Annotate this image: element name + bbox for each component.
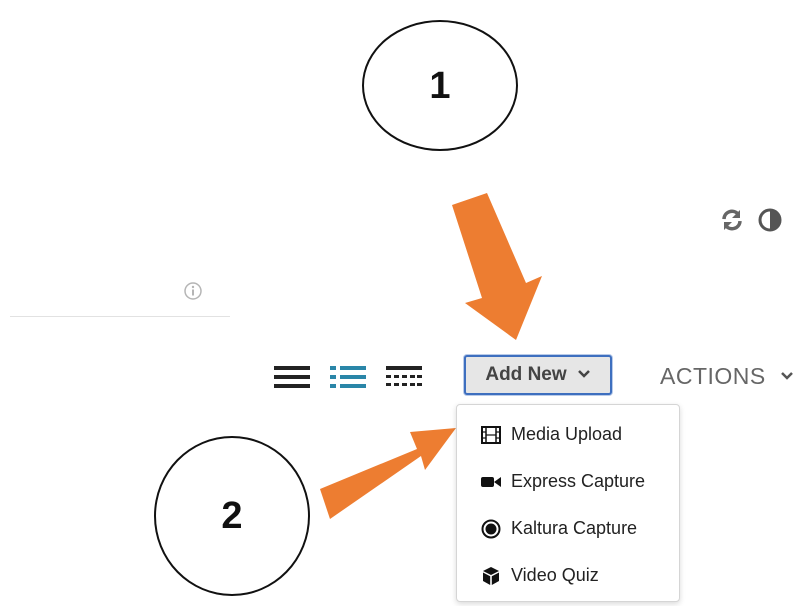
actions-button[interactable]: ACTIONS	[660, 363, 794, 390]
actions-label: ACTIONS	[660, 363, 766, 389]
callout-circle-2: 2	[154, 436, 310, 596]
arrow-right-annotation	[320, 428, 456, 519]
view-mode-toggle	[274, 364, 422, 390]
menu-item-video-quiz[interactable]: Video Quiz	[481, 565, 599, 586]
menu-item-kaltura-capture[interactable]: Kaltura Capture	[481, 518, 637, 539]
view-collapsed-icon[interactable]	[274, 364, 310, 390]
chevron-down-icon	[577, 366, 591, 384]
refresh-icon[interactable]	[720, 208, 744, 232]
top-right-icons	[720, 208, 782, 232]
search-field-underline	[10, 316, 230, 317]
add-new-dropdown-menu: Media Upload Express Capture Kaltura Cap…	[456, 404, 680, 602]
film-icon	[481, 425, 501, 445]
record-icon	[481, 519, 501, 539]
chevron-down-icon	[780, 368, 794, 386]
add-new-label: Add New	[485, 364, 567, 385]
menu-item-label: Video Quiz	[511, 565, 599, 585]
callout-number-1: 1	[429, 64, 451, 107]
menu-item-label: Express Capture	[511, 471, 646, 491]
menu-item-label: Kaltura Capture	[511, 518, 638, 538]
callout-circle-1: 1	[362, 20, 518, 151]
add-new-button[interactable]: Add New	[464, 355, 612, 395]
view-detailed-icon[interactable]	[330, 364, 366, 390]
arrow-down-annotation	[452, 193, 542, 340]
info-icon[interactable]	[183, 281, 203, 306]
contrast-icon[interactable]	[758, 208, 782, 232]
callout-number-2: 2	[221, 495, 243, 537]
video-camera-icon	[481, 472, 501, 492]
view-grid-icon[interactable]	[386, 364, 422, 390]
cube-icon	[481, 566, 501, 586]
menu-item-media-upload[interactable]: Media Upload	[481, 424, 622, 445]
menu-item-label: Media Upload	[511, 424, 623, 444]
menu-item-express-capture[interactable]: Express Capture	[481, 471, 645, 492]
